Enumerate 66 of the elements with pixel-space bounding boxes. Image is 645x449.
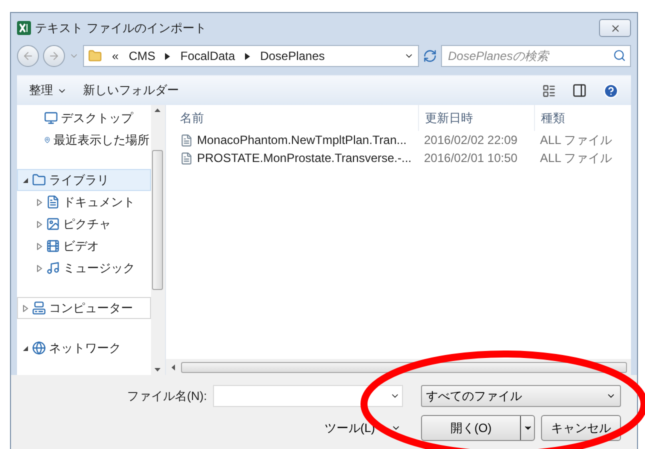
separator-arrow-icon[interactable] [245, 52, 250, 60]
sidebar-item-icon [32, 301, 46, 315]
sidebar-item[interactable]: ビデオ [17, 235, 151, 257]
file-name-field[interactable] [213, 385, 403, 407]
table-cell: 2016/02/02 22:09 [424, 133, 518, 147]
expanded-arrow-icon[interactable] [22, 176, 29, 184]
cancel-button[interactable]: キャンセル [541, 415, 621, 441]
sidebar-item[interactable]: ミュージック [17, 257, 151, 279]
sidebar-item[interactable]: 最近表示した場所 [17, 129, 151, 151]
file-icon [180, 134, 193, 146]
sidebar-item-icon [32, 173, 46, 187]
column-header[interactable]: 名前 [174, 105, 418, 131]
collapsed-arrow-icon[interactable] [36, 242, 43, 250]
vertical-scrollbar[interactable] [150, 105, 165, 375]
file-name[interactable]: MonacoPhantom.NewTmpltPlan.Tran... [197, 133, 407, 147]
sidebar-item[interactable]: ライブラリ [17, 169, 151, 191]
address-bar[interactable]: « CMS FocalData DosePlanes [83, 45, 419, 67]
expanded-arrow-icon[interactable] [22, 344, 29, 352]
table-cell: 2016/02/01 10:50 [424, 151, 518, 165]
preview-pane-icon[interactable] [572, 83, 587, 98]
file-type-dropdown[interactable]: すべてのファイル [421, 385, 621, 407]
separator-arrow-icon[interactable] [165, 52, 170, 60]
folder-icon [88, 49, 102, 63]
down-arrow-icon[interactable] [154, 366, 162, 373]
sidebar-item-icon [44, 111, 58, 125]
sidebar-item[interactable]: コンピューター [17, 297, 151, 319]
collapsed-arrow-icon[interactable] [36, 264, 43, 272]
breadcrumb-overflow[interactable]: « [112, 49, 119, 63]
close-icon [610, 22, 620, 34]
sidebar-item-icon [46, 261, 60, 275]
spreadsheet-icon [17, 21, 31, 35]
sidebar-item-icon [46, 239, 60, 253]
file-icon [180, 152, 193, 164]
up-arrow-icon[interactable] [154, 107, 162, 114]
sidebar-item[interactable]: デスクトップ [17, 107, 151, 129]
column-header[interactable]: 更新日時 [418, 105, 534, 131]
sidebar-item-icon [32, 341, 46, 355]
column-header[interactable]: 種類 [534, 105, 631, 131]
breadcrumb[interactable]: DosePlanes [260, 49, 325, 63]
search-icon[interactable] [613, 49, 626, 62]
collapsed-arrow-icon[interactable] [36, 220, 43, 228]
refresh-icon[interactable] [423, 49, 437, 63]
close-button[interactable] [599, 19, 631, 37]
sidebar-item[interactable]: ピクチャ [17, 213, 151, 235]
new-folder-button[interactable]: 新しいフォルダー [83, 82, 179, 99]
left-arrow-icon[interactable] [170, 364, 177, 370]
file-name-label: ファイル名(N): [127, 388, 207, 404]
open-button[interactable]: 開く(O) [421, 415, 535, 441]
left-arrow-icon [22, 50, 34, 62]
view-options-icon[interactable] [542, 84, 556, 98]
breadcrumb[interactable]: FocalData [180, 49, 236, 63]
right-arrow-icon [48, 50, 60, 62]
collapsed-arrow-icon[interactable] [36, 198, 43, 206]
organize-menu[interactable]: 整理 [29, 82, 67, 99]
search-field[interactable]: DosePlanesの検索 [441, 45, 631, 67]
help-icon[interactable] [603, 82, 619, 98]
sidebar-item-icon [46, 217, 60, 231]
file-name[interactable]: PROSTATE.MonProstate.Transverse.-... [197, 151, 412, 165]
table-cell: ALL ファイル [540, 132, 612, 148]
sidebar-item[interactable]: ネットワーク [17, 337, 151, 359]
collapsed-arrow-icon[interactable] [22, 304, 29, 312]
table-cell: ALL ファイル [540, 150, 612, 166]
sidebar-item[interactable]: ドキュメント [17, 191, 151, 213]
breadcrumb[interactable]: CMS [128, 49, 156, 63]
window-title: テキスト ファイルのインポート [35, 20, 208, 36]
sidebar-item-icon [46, 195, 60, 209]
